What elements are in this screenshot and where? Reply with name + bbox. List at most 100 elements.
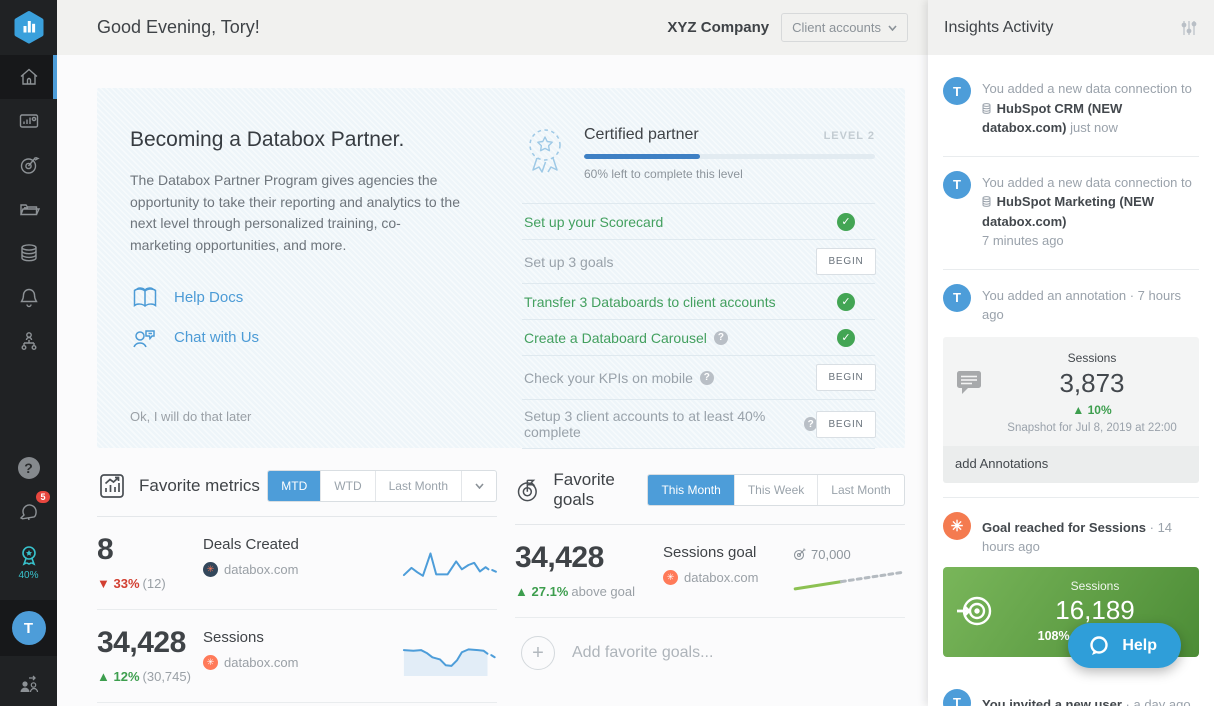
folder-icon	[19, 204, 40, 216]
help-docs-link[interactable]: Help Docs	[130, 285, 460, 311]
activity-item-goal-reached[interactable]: ✳ Goal reached for Sessions · 14 hours a…	[928, 498, 1214, 561]
sidebar-item-notifications[interactable]: 5	[0, 490, 57, 534]
metric-sparkline	[402, 640, 497, 676]
activity-avatar: T	[943, 688, 971, 706]
sidebar-item-home[interactable]	[0, 55, 57, 99]
metric-row[interactable]: 8 ▼ 33% (12) Deals Created ✳ databox.com	[97, 517, 497, 610]
arrow-down-icon: ▼	[97, 576, 110, 591]
favorite-goals-icon	[517, 479, 537, 502]
metrics-period-tabs: MTD WTD Last Month	[267, 470, 497, 502]
data-source-icon	[982, 196, 991, 207]
goal-card-pct: 108%	[1037, 628, 1070, 643]
hubspot-avatar-icon: ✳	[943, 511, 971, 540]
tab-mtd[interactable]: MTD	[268, 471, 322, 501]
hubspot-icon: ✳	[203, 655, 218, 670]
activity-time: just now	[1070, 120, 1118, 135]
help-tooltip-icon[interactable]: ?	[699, 370, 714, 385]
sidebar-item-reports[interactable]	[0, 187, 57, 231]
activity-avatar: T	[943, 77, 971, 105]
client-accounts-selector[interactable]: Client accounts	[781, 13, 908, 42]
insights-activity-title: Insights Activity	[944, 18, 1054, 36]
begin-button[interactable]: BEGIN	[816, 364, 876, 391]
goal-card-metric: Sessions	[1070, 578, 1120, 593]
goals-period-tabs: This Month This Week Last Month	[647, 474, 905, 506]
delta-up: ▲ 12%	[97, 669, 140, 684]
certified-badge-icon	[529, 129, 561, 173]
metric-row[interactable]: 34,428 ▲ 12% (30,745) Sessions ✳ databox.c…	[97, 610, 497, 703]
book-icon	[133, 287, 157, 307]
user-avatar: T	[11, 611, 46, 645]
help-docs-label: Help Docs	[174, 289, 244, 307]
tab-this-week[interactable]: This Week	[735, 475, 819, 505]
task-row[interactable]: Create a Databoard Carousel? ✓	[522, 320, 875, 356]
sidebar-item-goals[interactable]	[0, 143, 57, 187]
notification-count-badge: 5	[36, 490, 50, 503]
activity-item-annotation[interactable]: T You added an annotation · 7 hours ago	[928, 270, 1214, 329]
metric-name: Sessions	[203, 629, 264, 646]
tab-this-month[interactable]: This Month	[648, 475, 735, 505]
activity-item-invite[interactable]: T You invited a new user · a day ago	[928, 675, 1214, 706]
sidebar-item-profile[interactable]: T	[0, 600, 57, 656]
metric-value: 8	[97, 533, 114, 566]
tab-last-month[interactable]: Last Month	[818, 475, 905, 505]
dismiss-link[interactable]: Ok, I will do that later	[130, 409, 460, 424]
sidebar: ? 5 40% T	[0, 0, 57, 706]
award-ribbon-icon	[21, 545, 36, 566]
help-tooltip-icon[interactable]: ?	[713, 330, 728, 345]
activity-time: · a day ago	[1125, 696, 1191, 706]
sidebar-item-help[interactable]: ?	[0, 446, 57, 490]
goal-value: 34,428	[515, 541, 604, 574]
activity-item-connection[interactable]: T You added a new data connection to Hub…	[928, 157, 1214, 255]
partner-card-description: The Databox Partner Program gives agenci…	[130, 172, 460, 254]
goal-row[interactable]: 34,428 ▲ 27.1% above goal Sessions goal ✳…	[515, 525, 905, 618]
add-annotations-button[interactable]: add Annotations	[943, 445, 1199, 483]
favorite-metrics-title: Favorite metrics	[139, 476, 260, 495]
question-mark-icon: ?	[17, 457, 40, 479]
tab-last-month[interactable]: Last Month	[376, 471, 462, 501]
metric-source: databox.com	[224, 562, 299, 577]
favorite-metrics-icon	[100, 474, 124, 498]
activity-time: 7 minutes ago	[982, 233, 1064, 248]
certification-level: LEVEL 2	[823, 130, 875, 142]
certification-remaining-label: 60% left to complete this level	[584, 167, 743, 181]
partner-card: Becoming a Databox Partner. The Databox …	[97, 88, 905, 449]
help-button[interactable]: Help	[1068, 623, 1181, 668]
help-tooltip-icon[interactable]: ?	[804, 417, 817, 431]
chat-with-us-link[interactable]: Chat with Us	[130, 325, 460, 351]
activity-item-connection[interactable]: T You added a new data connection to Hub…	[928, 63, 1214, 142]
partner-card-title: Becoming a Databox Partner.	[130, 128, 405, 151]
task-row: Set up 3 goals BEGIN	[522, 240, 876, 284]
tab-wtd[interactable]: WTD	[321, 471, 376, 501]
metric-value: 34,428	[97, 626, 186, 659]
goal-target-icon	[793, 548, 806, 561]
annotation-snapshot-card[interactable]: Sessions 3,873 ▲ 10% Snapshot for Jul 8,…	[943, 336, 1199, 446]
comment-icon	[957, 370, 981, 394]
task-row[interactable]: Transfer 3 Databoards to client accounts…	[522, 284, 875, 320]
sidebar-item-data-sources[interactable]	[0, 231, 57, 275]
certification-progress-bar	[584, 154, 875, 159]
sidebar-item-progress-badge[interactable]: 40%	[0, 534, 57, 590]
delta-up: ▲ 27.1%	[515, 584, 569, 599]
company-name: XYZ Company	[667, 19, 770, 36]
sidebar-item-account-management[interactable]	[0, 319, 57, 363]
annotation-snapshot-label: Snapshot for Jul 8, 2019 at 22:00	[1007, 421, 1177, 434]
task-row[interactable]: Set up your Scorecard ✓	[522, 204, 875, 240]
insights-activity-panel: Insights Activity T You added a new data…	[928, 0, 1214, 706]
add-favorite-goal-button[interactable]: + Add favorite goals...	[515, 618, 905, 690]
metric-name: Deals Created	[203, 536, 299, 553]
metric-source: databox.com	[224, 655, 299, 670]
begin-button[interactable]: BEGIN	[816, 248, 876, 275]
annotation-value: 3,873	[1059, 367, 1125, 398]
sidebar-item-alerts[interactable]	[0, 275, 57, 319]
begin-button[interactable]: BEGIN	[816, 410, 876, 438]
tabs-more-dropdown[interactable]	[462, 471, 496, 501]
goal-progress-chart	[793, 566, 903, 592]
check-icon: ✓	[837, 292, 855, 311]
sidebar-item-databoards[interactable]	[0, 99, 57, 143]
sidebar-item-switch-account[interactable]	[0, 662, 57, 706]
main-area: Good Evening, Tory! XYZ Company Client a…	[57, 0, 928, 706]
filter-sliders-icon[interactable]	[1180, 19, 1198, 37]
plus-icon: +	[521, 636, 555, 670]
databox-logo-icon[interactable]	[12, 0, 46, 55]
goal-target-arrow-icon	[957, 596, 992, 625]
